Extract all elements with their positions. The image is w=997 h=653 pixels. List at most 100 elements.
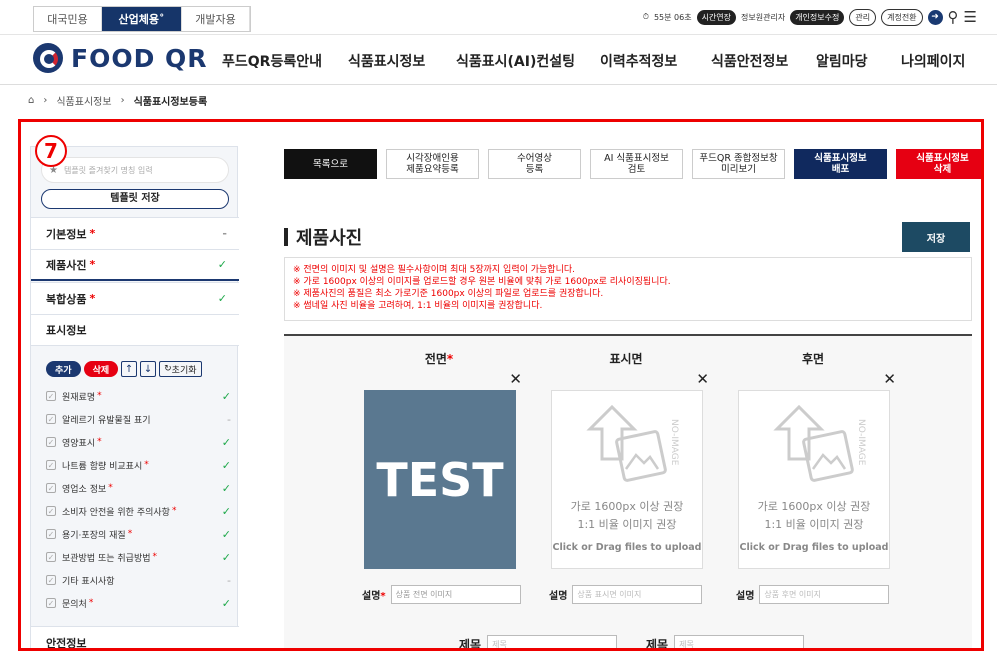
required-mark: *: [152, 552, 158, 562]
check-item[interactable]: ✓ 알레르기 유발물질 표기 -: [46, 408, 231, 430]
required-mark: *: [88, 598, 94, 608]
check-item[interactable]: ✓ 보관방법 또는 취급방법 * ✓: [46, 546, 231, 568]
status-dash: -: [222, 227, 227, 240]
sidebar-item-safety[interactable]: 안전정보: [31, 626, 239, 648]
checkbox-icon[interactable]: ✓: [46, 529, 56, 539]
check-label: 용기·포장의 재질: [62, 530, 126, 541]
sidebar-item-label: 기본정보: [46, 227, 87, 241]
item-controls: 추가 삭제 ↑ ↓ ↻ 초기화: [46, 361, 202, 377]
sidebar: ★ 템플릿 즐겨찾기 명칭 입력 템플릿 저장 기본정보 * - 제품사진 * ✓ …: [30, 146, 239, 648]
sidebar-item-photo[interactable]: 제품사진 * ✓: [31, 249, 239, 281]
checkbox-icon[interactable]: ✓: [46, 552, 56, 562]
list-button[interactable]: 목록으로: [284, 149, 377, 179]
sidebar-item-basic[interactable]: 기본정보 * -: [31, 217, 239, 249]
action-toolbar: 목록으로 시각장애인용 제품요약등록 수어영상 등록 AI 식품표시정보 검토 …: [284, 149, 981, 179]
check-label: 영양표시: [62, 438, 96, 449]
checkbox-icon[interactable]: ✓: [46, 575, 56, 585]
check-item[interactable]: ✓ 기타 표시사항 -: [46, 569, 231, 591]
required-mark: *: [89, 227, 96, 240]
logo-text: FOOD QR: [71, 43, 208, 73]
checkbox-icon[interactable]: ✓: [46, 506, 56, 516]
menu-item[interactable]: 이력추적정보: [600, 51, 711, 71]
ratio-text: 1:1 비율 이미지 권장: [577, 518, 677, 531]
deploy-button[interactable]: 식품표시정보 배포: [794, 149, 887, 179]
check-item[interactable]: ✓ 영업소 정보 * ✓: [46, 477, 231, 499]
menu-item[interactable]: 식품안전정보: [711, 51, 816, 71]
edit-profile-button[interactable]: 개인정보수정: [790, 9, 845, 25]
sidebar-item-label: 제품사진: [46, 258, 87, 272]
save-button[interactable]: 저장: [902, 222, 970, 252]
upload-hint: Click or Drag files to upload: [739, 542, 889, 553]
home-icon[interactable]: ⌂: [28, 95, 34, 106]
move-up-icon[interactable]: ↑: [121, 361, 138, 377]
required-mark: *: [144, 460, 149, 470]
checkbox-icon[interactable]: ✓: [46, 414, 56, 424]
reset-button[interactable]: ↻ 초기화: [159, 361, 202, 377]
site-logo[interactable]: FOOD QR: [33, 43, 208, 73]
check-item[interactable]: ✓ 원재료명 * ✓: [46, 385, 231, 407]
check-item[interactable]: ✓ 소비자 안전을 위한 주의사항 * ✓: [46, 500, 231, 522]
main-menu: 푸드QR등록안내 식품표시정보 식품표시(AI)컨설팅 이력추적정보 식품안전정…: [222, 51, 965, 71]
manage-button[interactable]: 관리: [849, 8, 877, 26]
sidebar-item-labeling[interactable]: 표시정보: [31, 314, 239, 346]
desc-input[interactable]: 상품 후면 이미지: [759, 585, 890, 604]
desc-input[interactable]: 상품 표시면 이미지: [572, 585, 703, 604]
menu-item[interactable]: 나의페이지: [901, 51, 965, 71]
product-image[interactable]: TEST: [364, 390, 516, 569]
notice-line: ※ 썸네일 사진 비율을 고려하여, 1:1 비율의 이미지를 권장합니다.: [293, 301, 543, 311]
close-icon[interactable]: ✕: [883, 370, 896, 388]
close-icon[interactable]: ✕: [696, 370, 709, 388]
desc-input[interactable]: 상품 전면 이미지: [390, 585, 521, 604]
ai-review-button[interactable]: AI 식품표시정보 검토: [590, 149, 683, 179]
extend-button[interactable]: 시간연장: [696, 9, 737, 25]
move-down-icon[interactable]: ↓: [140, 361, 157, 377]
check-icon: ✓: [221, 527, 231, 541]
logout-icon[interactable]: ➜: [927, 9, 943, 25]
check-item[interactable]: ✓ 용기·포장의 재질 * ✓: [46, 523, 231, 545]
check-item[interactable]: ✓ 나트륨 함량 비교표시 * ✓: [46, 454, 231, 476]
delete-button[interactable]: 삭제: [83, 361, 119, 377]
checkbox-icon[interactable]: ✓: [46, 460, 56, 470]
template-search-input[interactable]: ★ 템플릿 즐겨찾기 명칭 입력: [41, 157, 229, 183]
blind-summary-button[interactable]: 시각장애인용 제품요약등록: [386, 149, 479, 179]
check-label: 알레르기 유발물질 표기: [62, 415, 151, 426]
checkbox-icon[interactable]: ✓: [46, 483, 56, 493]
required-mark: *: [89, 292, 96, 305]
check-icon: ✓: [221, 550, 231, 564]
session-timer: 55분 06초: [653, 12, 692, 22]
menu-item[interactable]: 알림마당: [816, 51, 901, 71]
menu-item[interactable]: 식품표시정보: [348, 51, 456, 71]
tab-industry[interactable]: 산업체용˚: [102, 7, 182, 31]
photo-title: 전면*: [424, 352, 454, 366]
tab-developer[interactable]: 개발자용: [182, 7, 250, 31]
delete-info-button[interactable]: 식품표시정보 삭제: [896, 149, 981, 179]
preview-button[interactable]: 푸드QR 종합정보창 미리보기: [692, 149, 785, 179]
checkbox-icon[interactable]: ✓: [46, 598, 56, 608]
checkbox-icon[interactable]: ✓: [46, 437, 56, 447]
sidebar-item-composite[interactable]: 복합상품 * ✓: [31, 282, 239, 314]
breadcrumb-item[interactable]: 식품표시정보: [56, 93, 111, 108]
svg-text:NO-IMAGE: NO-IMAGE: [669, 419, 679, 466]
breadcrumb-current: 식품표시정보등록: [133, 97, 208, 108]
search-icon[interactable]: ⚲: [948, 8, 959, 26]
ratio-text: 1:1 비율 이미지 권장: [764, 518, 864, 531]
menu-item[interactable]: 식품표시(AI)컨설팅: [456, 51, 600, 71]
upload-dropzone[interactable]: NO-IMAGE 가로 1600px 이상 권장 1:1 비율 이미지 권장 C…: [551, 390, 703, 569]
template-save-button[interactable]: 템플릿 저장: [41, 189, 229, 209]
sign-video-button[interactable]: 수어영상 등록: [488, 149, 581, 179]
title-label: 제목: [646, 638, 669, 651]
check-item[interactable]: ✓ 문의처 * ✓: [46, 592, 231, 614]
title-input[interactable]: 제목: [674, 635, 805, 648]
required-mark: *: [89, 258, 96, 271]
add-button[interactable]: 추가: [46, 361, 81, 377]
tab-public[interactable]: 대국민용: [34, 7, 102, 31]
check-item[interactable]: ✓ 영양표시 * ✓: [46, 431, 231, 453]
notice-box: ※ 전면의 이미지 및 설명은 필수사항이며 최대 5장까지 입력이 가능합니다…: [284, 257, 972, 321]
close-icon[interactable]: ✕: [509, 370, 522, 388]
menu-item[interactable]: 푸드QR등록안내: [222, 51, 348, 71]
upload-dropzone[interactable]: NO-IMAGE 가로 1600px 이상 권장 1:1 비율 이미지 권장 C…: [738, 390, 890, 569]
switch-account-button[interactable]: 계정전환: [881, 8, 923, 26]
title-input[interactable]: 제목: [487, 635, 618, 648]
hamburger-menu-icon[interactable]: ☰: [964, 8, 977, 26]
checkbox-icon[interactable]: ✓: [46, 391, 56, 401]
